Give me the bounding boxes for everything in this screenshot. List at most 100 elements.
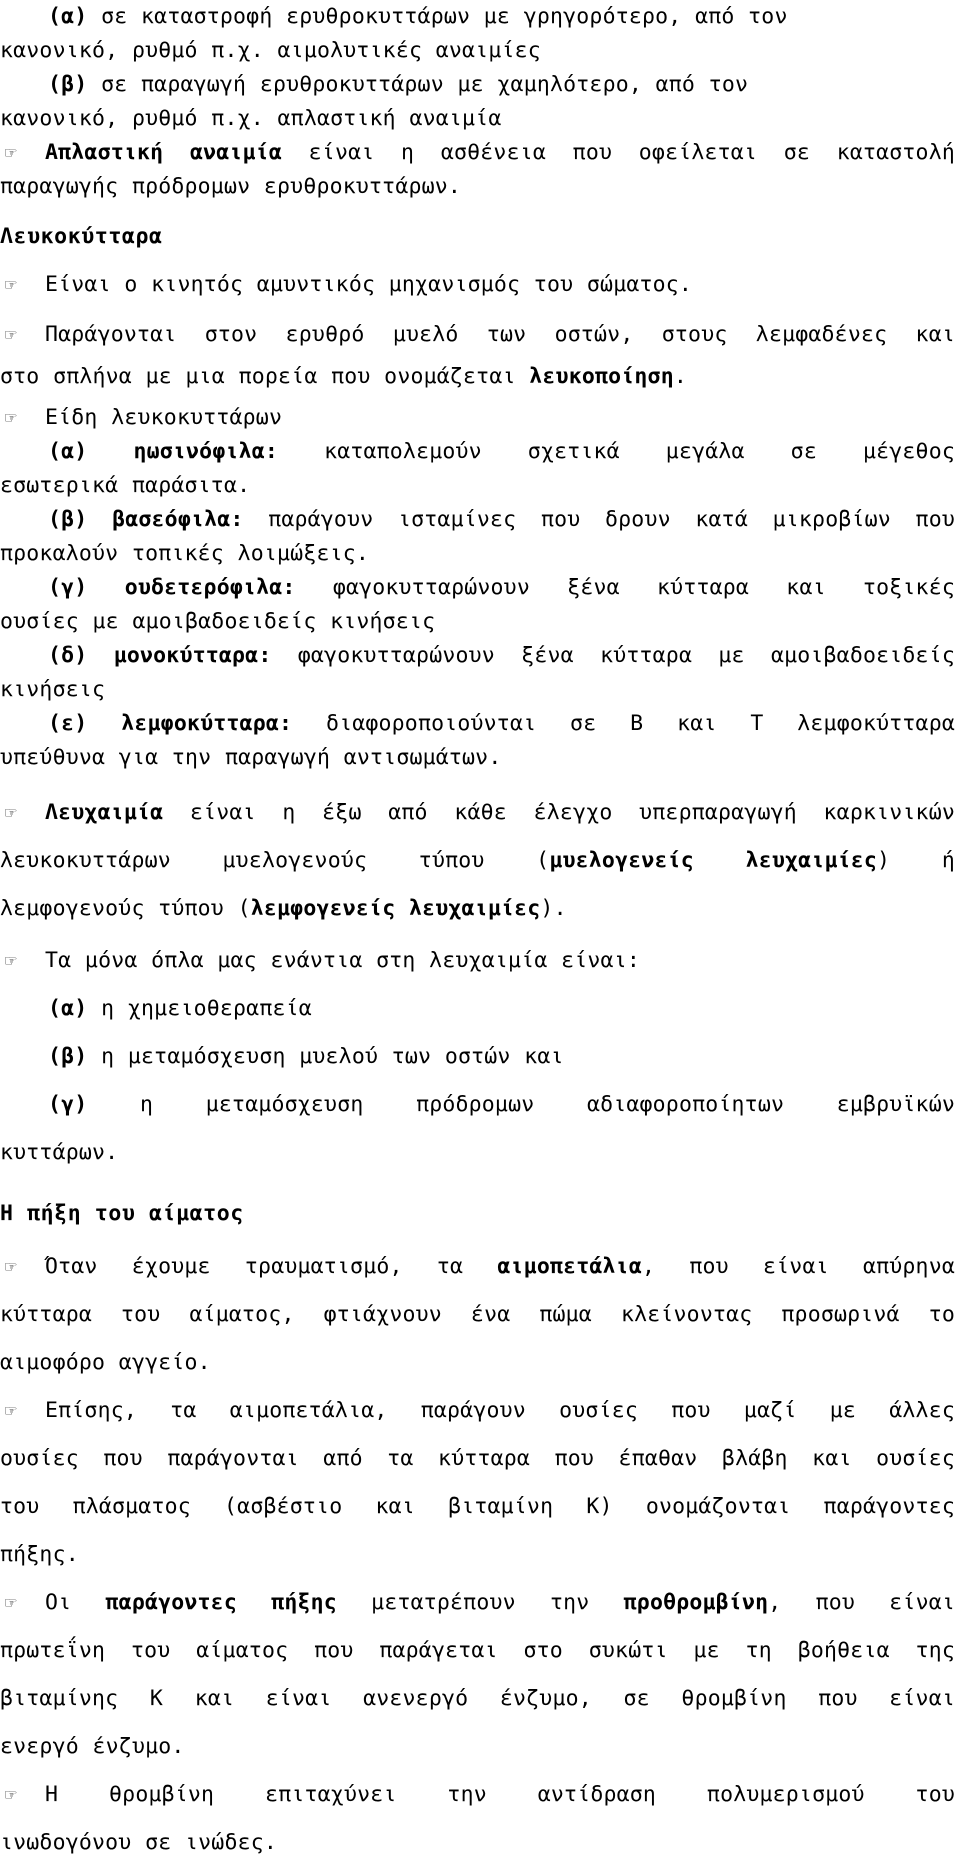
leukocytes-production-cont: στο σπλήνα με μια πορεία που ονομάζεται … [0, 356, 955, 397]
anemia-cause-item-a-cont: κανονικό, ρυθμό π.χ. αιμολυτικές αναιμίε… [0, 34, 955, 68]
leukopoiesis-suffix: . [673, 364, 688, 389]
platelets-line1-suffix: , που είναι απύρηνα [641, 1254, 955, 1279]
thrombin-line2-row: ινωδογόνου σε ινώδες. [0, 1819, 955, 1867]
leukocyte-type-lymphocytes-cont: υπεύθυνα για την παραγωγή αντισωμάτων. [0, 741, 955, 775]
clotting-substances-line2-row: ουσίες που παράγονται από τα κύτταρα που… [0, 1435, 955, 1483]
type-desc-eosinophils-line1: καταπολεμούν σχετικά μεγάλα σε μέγεθος [324, 439, 955, 464]
clotting-factors-term: παράγοντες πήξης [105, 1590, 337, 1615]
leukocyte-type-monocytes: (δ) μονοκύτταρα: φαγοκυτταρώνουν ξένα κύ… [0, 639, 955, 673]
type-desc-eosinophils-line2: εσωτερικά παράσιτα. [0, 473, 251, 498]
clotting-substances-line4-row: πήξης. [0, 1531, 955, 1579]
coagulation-heading: Η πήξη του αίματος [0, 1201, 244, 1226]
leukocyte-type-neutrophils: (γ) ουδετερόφιλα: φαγοκυτταρώνουν ξένα κ… [0, 571, 955, 605]
lymphogenous-leukemias-term: λεμφογενείς λευχαιμίες [250, 896, 541, 921]
leukemia-weapon-marrow-transplant: (β) η μεταμόσχευση μυελού των οστών και [0, 1033, 955, 1081]
prothrombin-line2-row: πρωτεΐνη του αίματος που παράγεται στο σ… [0, 1627, 955, 1675]
myelogenous-suffix: ) ή [877, 848, 956, 873]
pointing-hand-bullet-icon: ☞ [5, 802, 17, 824]
leukemia-weapon-stemcell-cont: κυττάρων. [0, 1129, 955, 1177]
leukemia-term: Λευχαιμία [45, 800, 164, 825]
leukemia-line2-row: λευκοκυττάρων μυελογενούς τύπου (μυελογε… [0, 837, 955, 885]
anemia-cause-item-a: (α) σε καταστροφή ερυθροκυττάρων με γρηγ… [0, 0, 955, 34]
pointing-hand-bullet-icon: ☞ [5, 1400, 17, 1422]
substances-line4: πήξης. [0, 1542, 79, 1567]
prothrombin-line4: ενεργό ένζυμο. [0, 1734, 185, 1759]
leukemia-weapons-intro-bullet: ☞ Τα μόνα όπλα μας ενάντια στη λευχαιμία … [0, 937, 955, 985]
substances-line3: του πλάσματος (ασβέστιο και βιταμίνη Κ) … [0, 1494, 955, 1519]
leukemia-weapon-stemcell-transplant: (γ) η μεταμόσχευση πρόδρομων αδιαφοροποί… [0, 1081, 955, 1129]
pointing-hand-bullet-icon: ☞ [5, 407, 17, 429]
item-text-alpha-line2: κανονικό, ρυθμό π.χ. αιμολυτικές αναιμίε… [0, 38, 541, 63]
prothrombin-bullet: ☞ Οι παράγοντες πήξης μετατρέπουν την προ… [0, 1579, 955, 1627]
lymphogenous-prefix: λεμφογενούς τύπου ( [0, 896, 251, 921]
leukocytes-defense-text: Είναι ο κινητός αμυντικός μηχανισμός του… [45, 272, 693, 297]
pointing-hand-bullet-icon: ☞ [5, 324, 17, 346]
leukopoiesis-prefix: στο σπλήνα με μια πορεία που ονομάζεται [0, 364, 530, 389]
lymphogenous-suffix: ). [540, 896, 567, 921]
platelets-term: αιμοπετάλια [497, 1254, 642, 1279]
clotting-substances-bullet: ☞ Επίσης, τα αιμοπετάλια, παράγουν ουσίες… [0, 1387, 955, 1435]
platelets-line3-row: αιμοφόρο αγγείο. [0, 1339, 955, 1387]
weapon-text-stemcell-continuation: κυττάρων. [0, 1140, 119, 1165]
leukocyte-types-label: Είδη λευκοκυττάρων [45, 405, 283, 430]
pointing-hand-bullet-icon: ☞ [5, 1784, 17, 1806]
type-term-basophils: βασεόφιλα: [112, 507, 244, 532]
type-desc-monocytes-line1: φαγοκυτταρώνουν ξένα κύτταρα με αμοιβαδο… [297, 643, 955, 668]
type-term-neutrophils: ουδετερόφιλα: [124, 575, 296, 600]
leukocytes-defense-bullet: ☞ Είναι ο κινητός αμυντικός μηχανισμός το… [0, 264, 955, 306]
myelogenous-prefix: λευκοκυττάρων μυελογενούς τύπου ( [0, 848, 550, 873]
item-label-beta: (β) [48, 72, 88, 97]
leukocyte-types-label-bullet: ☞ Είδη λευκοκυττάρων [0, 401, 955, 435]
pointing-hand-bullet-icon: ☞ [5, 950, 17, 972]
thrombin-line2: ινωδογόνου σε ινώδες. [0, 1830, 278, 1855]
prothrombin-line3-row: βιταμίνης Κ και είναι ανενεργό ένζυμο, σ… [0, 1675, 955, 1723]
prothrombin-line2: πρωτεΐνη του αίματος που παράγεται στο σ… [0, 1638, 955, 1663]
item-text-beta-line2: κανονικό, ρυθμό π.χ. απλαστική αναιμία [0, 106, 502, 131]
platelets-line2: κύτταρα του αίματος, φτιάχνουν ένα πώμα … [0, 1302, 955, 1327]
item-text-beta-line1: σε παραγωγή ερυθροκυττάρων με χαμηλότερο… [101, 72, 749, 97]
platelets-line1-prefix: Όταν έχουμε τραυματισμό, τα [45, 1254, 498, 1279]
pointing-hand-bullet-icon: ☞ [5, 1592, 17, 1614]
weapon-label-gamma: (γ) [48, 1092, 88, 1117]
weapon-label-beta: (β) [48, 1044, 88, 1069]
aplastic-anemia-cont: παραγωγής πρόδρομων ερυθροκυττάρων. [0, 170, 955, 204]
anemia-cause-item-b: (β) σε παραγωγή ερυθροκυττάρων με χαμηλό… [0, 68, 955, 102]
aplastic-anemia-bullet: ☞ Απλαστική αναιμία είναι η ασθένεια που … [0, 136, 955, 170]
leukocyte-type-lymphocytes: (ε) λεμφοκύτταρα: διαφοροποιούνται σε Β … [0, 707, 955, 741]
platelets-line2-row: κύτταρα του αίματος, φτιάχνουν ένα πώμα … [0, 1291, 955, 1339]
leukemia-weapon-chemotherapy: (α) η χημειοθεραπεία [0, 985, 955, 1033]
platelets-bullet: ☞ Όταν έχουμε τραυματισμό, τα αιμοπετάλια… [0, 1243, 955, 1291]
leukocyte-type-basophils: (β) βασεόφιλα: παράγουν ισταμίνες που δρ… [0, 503, 955, 537]
type-desc-monocytes-line2: κινήσεις [0, 677, 106, 702]
myelogenous-leukemias-term: μυελογενείς λευχαιμίες [549, 848, 878, 873]
type-term-eosinophils: ηωσινόφιλα: [133, 439, 279, 464]
thrombin-bullet: ☞ Η θρομβίνη επιταχύνει την αντίδραση πολ… [0, 1771, 955, 1819]
aplastic-anemia-term: Απλαστική αναιμία [45, 140, 282, 165]
substances-line1: Επίσης, τα αιμοπετάλια, παράγουν ουσίες … [45, 1398, 955, 1423]
leukocyte-type-basophils-cont: προκαλούν τοπικές λοιμώξεις. [0, 537, 955, 571]
type-desc-lymphocytes-line1: διαφοροποιούνται σε Β και Τ λεμφοκύτταρα [325, 711, 955, 736]
leukemia-weapons-intro: Τα μόνα όπλα μας ενάντια στη λευχαιμία ε… [45, 948, 640, 973]
clotting-substances-line3-row: του πλάσματος (ασβέστιο και βιταμίνη Κ) … [0, 1483, 955, 1531]
leukocyte-type-eosinophils: (α) ηωσινόφιλα: καταπολεμούν σχετικά μεγ… [0, 435, 955, 469]
aplastic-anemia-line1: είναι η ασθένεια που οφείλεται σε καταστ… [308, 140, 955, 165]
prothrombin-line1-suffix: , που είναι [768, 1590, 956, 1615]
item-text-alpha-line1: σε καταστροφή ερυθροκυττάρων με γρηγορότ… [101, 4, 788, 29]
prothrombin-line3: βιταμίνης Κ και είναι ανενεργό ένζυμο, σ… [0, 1686, 955, 1711]
leukocytes-production-bullet: ☞ Παράγονται στον ερυθρό μυελό των οστών,… [0, 314, 955, 356]
pointing-hand-bullet-icon: ☞ [5, 1256, 17, 1278]
type-label-alpha: (α) [48, 439, 88, 464]
document-page: (α) σε καταστροφή ερυθροκυττάρων με γρηγ… [0, 0, 960, 1855]
type-label-delta: (δ) [48, 643, 88, 668]
weapon-label-alpha: (α) [48, 996, 88, 1021]
prothrombin-term: προθρομβίνη [623, 1590, 769, 1615]
leukemia-definition-bullet: ☞ Λευχαιμία είναι η έξω από κάθε έλεγχο υ… [0, 789, 955, 837]
type-label-gamma: (γ) [48, 575, 88, 600]
substances-line2: ουσίες που παράγονται από τα κύτταρα που… [0, 1446, 955, 1471]
aplastic-anemia-line2: παραγωγής πρόδρομων ερυθροκυττάρων. [0, 174, 462, 199]
type-term-monocytes: μονοκύτταρα: [113, 643, 272, 668]
type-term-lymphocytes: λεμφοκύτταρα: [121, 711, 293, 736]
type-desc-neutrophils-line1: φαγοκυτταρώνουν ξένα κύτταρα και τοξικές [332, 575, 955, 600]
leukemia-line1: είναι η έξω από κάθε έλεγχο υπερπαραγωγή… [189, 800, 955, 825]
leukocyte-type-eosinophils-cont: εσωτερικά παράσιτα. [0, 469, 955, 503]
